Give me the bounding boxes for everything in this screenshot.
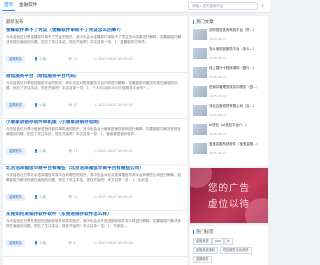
hot-item-date: 2025-06-07 (209, 113, 227, 117)
category-tag[interactable]: 金蝶软件 (6, 148, 26, 155)
search-input[interactable]: 请输入您的搜索内容 (188, 2, 258, 10)
hot-item[interactable]: 线上银行卡程序源码（银行...） 2025-06-07 (193, 66, 266, 80)
tag-chip[interactable]: 金融系统源码 (193, 247, 219, 254)
author: 👤 小编 (34, 241, 46, 245)
tag-chip[interactable]: 金蝶软件 (193, 256, 212, 263)
article-excerpt: 今天给各位分享小管家进销存软件单机版的知识，其中也会对小管家进销存官网进行解释，… (6, 127, 181, 136)
date: ◷ 2025-06-07 09:00:01 (94, 149, 133, 153)
list-item: 短信服务平台（短信服务平台代码） 今天给各位分享短信服务平台的知识，其中也会对短… (3, 74, 187, 119)
article-list: 最新发布 金蝶软件单不了凭证（金蝶软件审核不了凭证怎么回事?） 今天给各位分享金… (3, 16, 187, 265)
tag-chip[interactable]: pay (212, 238, 224, 245)
hot-item[interactable]: 进销存管理系统实训报告（进...） 2025-06-07 (193, 85, 266, 99)
hot-item-date: 2025-06-07 (209, 75, 227, 79)
author: 👤 小编 (34, 103, 46, 107)
hot-item-date: 2025-06-07 (209, 94, 227, 98)
category-tag[interactable]: 金蝶软件 (6, 56, 26, 63)
thumbnail (193, 67, 207, 78)
list-item: 金蝶软件单不了凭证（金蝶软件审核不了凭证怎么回事?） 今天给各位分享金蝶软件单不… (3, 28, 187, 73)
views: 👁 13 (68, 195, 78, 199)
article-meta: 金蝶软件 👤 小编 👁 9 ◷ 2025-06-07 09:00:00 (6, 240, 184, 247)
tab-finance-software[interactable]: 金融软件 (17, 2, 39, 10)
tag-chip[interactable]: 金融系统 (193, 238, 212, 245)
article-title[interactable]: 金蝶软件单不了凭证（金蝶软件审核不了凭证怎么回事?） (6, 28, 184, 34)
article-meta: 金蝶软件 👤 小编 👁 10 ◷ 2025-06-07 09:00:02 (6, 102, 184, 109)
hot-item[interactable]: pi钱包（pi钱包平台介...） 2025-06-07 (193, 123, 266, 137)
list-item: 北京浩泽福信华商平台有哪些（北京浩泽福信华商平台有哪些公司） 今天给各位分享北京… (3, 166, 187, 211)
date: ◷ 2025-06-07 09:00:01 (94, 195, 133, 199)
tags-title: 热门标签 (193, 229, 214, 235)
hot-item-date: 2025-06-07 (209, 37, 227, 41)
thumbnail (193, 48, 207, 59)
article-excerpt: 今天给各位分享金蝶软件单不了凭证的知识，其中也会对金蝶软件审核不了凭证怎么回事进… (6, 35, 181, 44)
list-item: 小管家进销存软件单机版（小管家进销存官网） 今天给各位分享小管家进销存软件单机版… (3, 120, 187, 165)
hot-item-date: 2025-06-07 (209, 56, 227, 60)
hot-item-date: 2025-06-07 (209, 132, 227, 136)
hot-title: 热门文章 (193, 19, 214, 25)
hot-item[interactable]: 武财短信查询系统平台（财...） 2025-06-07 (193, 28, 266, 42)
article-title[interactable]: 东莞如何进销存软件软件（东莞进销存软件怎么样） (6, 212, 184, 218)
author: 👤 小编 (34, 149, 46, 153)
hot-item[interactable]: 宝宝金融系统软件（宝宝金融...） 2025-06-07 (193, 142, 266, 156)
date: ◷ 2025-06-07 09:00:02 (94, 103, 133, 107)
article-excerpt: 今天给各位分享短信服务平台的知识，其中也会对短信服务平台代码进行解释，如果能碰巧… (6, 81, 178, 90)
article-title[interactable]: 北京浩泽福信华商平台有哪些（北京浩泽福信华商平台有哪些公司） (6, 166, 184, 172)
hot-tags: 热门标签 金融系统 pay js 金融系统源码 短信服务平台系统 金蝶软件 (190, 226, 268, 265)
thumbnail (193, 105, 207, 116)
thumbnail (193, 143, 207, 154)
views: 👁 12 (68, 57, 78, 61)
date: ◷ 2025-06-07 09:00:03 (94, 57, 133, 61)
thumbnail (193, 29, 207, 40)
category-tag[interactable]: 金蝶软件 (6, 102, 26, 109)
ad-line-2: 虚位以待 (207, 199, 250, 210)
hot-item-title[interactable]: 宝宝金融系统软件（宝宝金融...） (209, 142, 266, 151)
category-tag[interactable]: 金蝶软件 (6, 194, 26, 201)
article-meta: 金蝶软件 👤 小编 👁 13 ◷ 2025-06-07 09:00:01 (6, 194, 184, 201)
views: 👁 9 (68, 241, 76, 245)
list-item: 东莞如何进销存软件软件（东莞进销存软件怎么样） 今天给各位分享东莞如何进销存软件… (3, 212, 187, 257)
article-title[interactable]: 小管家进销存软件单机版（小管家进销存官网） (6, 120, 184, 126)
article-excerpt: 今天给各位分享东莞如何进销存软件软件的知识，其中也会对东莞进销存软件怎么样进行解… (6, 219, 181, 228)
views: 👁 11 (68, 149, 78, 153)
hot-item-title[interactable]: 线上银行卡程序源码（银行...） (209, 66, 266, 75)
article-excerpt: 今天给各位分享北京浩泽福信华商平台有哪些的知识，其中也会对北京浩泽福信华商平台有… (6, 173, 181, 182)
ad-banner[interactable]: 您的广告 虚位以待 (190, 168, 268, 223)
date: ◷ 2025-06-07 09:00:00 (94, 241, 133, 245)
search-icon[interactable]: ⌕ (261, 3, 264, 9)
hot-item-title[interactable]: 进销存管理系统实训报告（进...） (209, 85, 266, 94)
category-tag[interactable]: 金蝶软件 (6, 240, 26, 247)
tab-home[interactable]: 首页 (2, 2, 16, 11)
ad-line-1: 您的广告 (207, 183, 250, 194)
hot-item-title[interactable]: pi钱包（pi钱包平台介...） (209, 123, 266, 132)
thumbnail (193, 86, 207, 97)
hot-item-title[interactable]: 河北吉鑫钱财有限公司（吉...） (209, 104, 266, 113)
article-title[interactable]: 短信服务平台（短信服务平台代码） (6, 74, 184, 80)
author: 👤 小编 (34, 195, 46, 199)
top-nav: 首页 金融软件 请输入您的搜索内容 ⌕ (0, 0, 270, 13)
hot-item[interactable]: 怎么用短信服务平台（怎么...） 2025-06-07 (193, 47, 266, 61)
article-meta: 金蝶软件 👤 小编 👁 11 ◷ 2025-06-07 09:00:01 (6, 148, 184, 155)
section-title: 最新发布 (6, 20, 24, 25)
hot-item-title[interactable]: 怎么用短信服务平台（怎么...） (209, 47, 266, 56)
tag-chip[interactable]: 短信服务平台系统 (220, 247, 252, 254)
author: 👤 小编 (34, 57, 46, 61)
hot-item-date: 2025-06-07 (209, 151, 227, 155)
hot-item-title[interactable]: 武财短信查询系统平台（财...） (209, 28, 266, 37)
hot-item[interactable]: 河北吉鑫钱财有限公司（吉...） 2025-06-07 (193, 104, 266, 118)
article-meta: 金蝶软件 👤 小编 👁 12 ◷ 2025-06-07 09:00:03 (6, 56, 184, 63)
hot-articles: 热门文章 武财短信查询系统平台（财...） 2025-06-07 怎么用短信服务… (190, 16, 268, 166)
tag-chip[interactable]: js (224, 238, 233, 245)
views: 👁 10 (68, 103, 78, 107)
thumbnail (193, 124, 207, 135)
